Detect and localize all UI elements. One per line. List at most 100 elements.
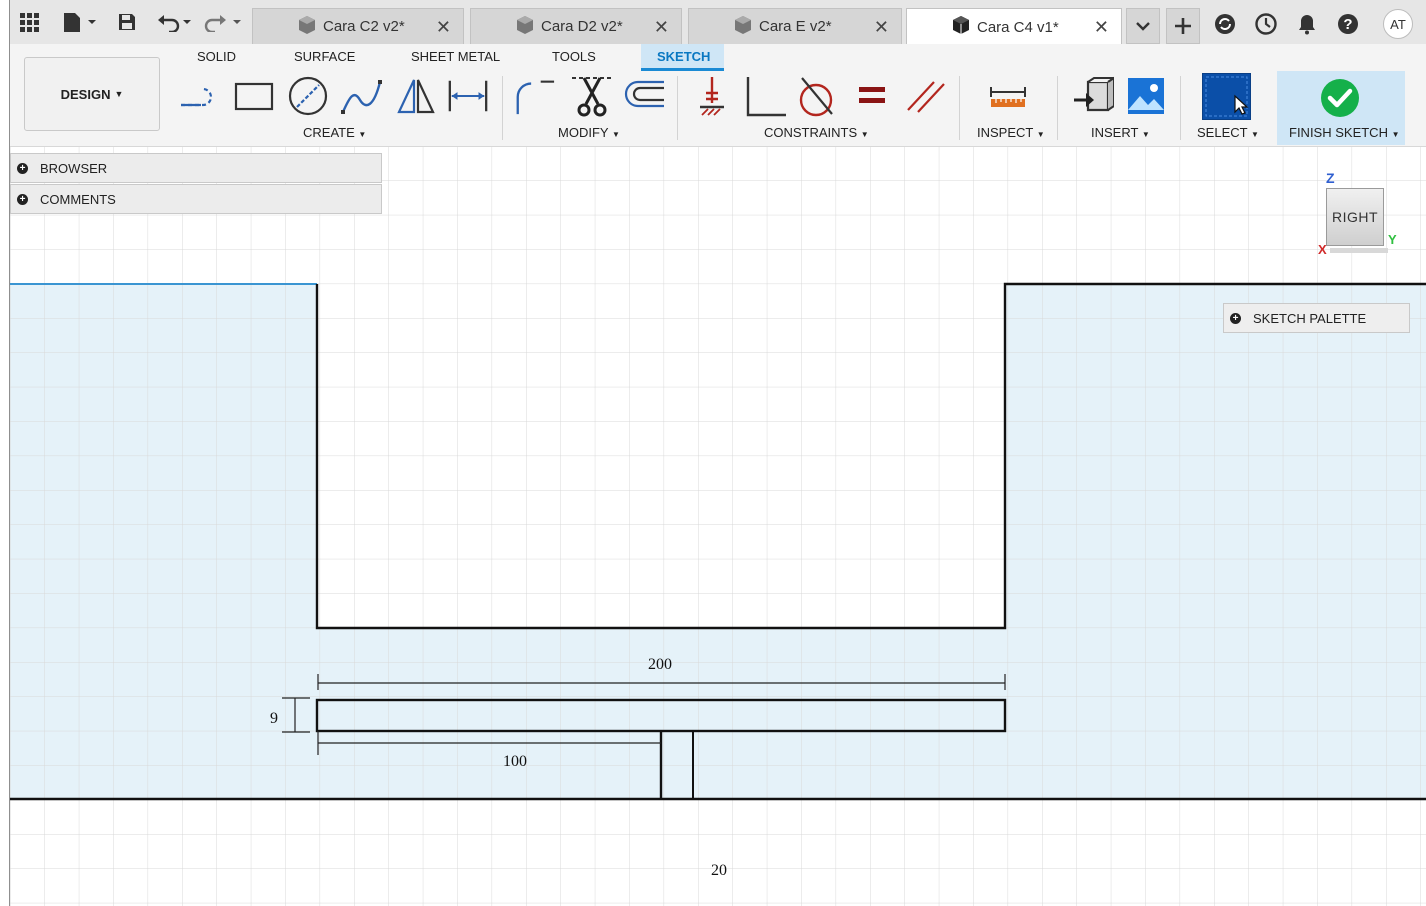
close-icon[interactable]: ✕ xyxy=(654,17,669,38)
caret-down-icon: ▼ xyxy=(611,130,620,139)
job-status-clock-icon[interactable] xyxy=(1249,8,1283,40)
caret-down-icon: ▼ xyxy=(1391,130,1400,139)
axis-y-label: Y xyxy=(1388,232,1397,247)
create-menu[interactable]: CREATE ▼ xyxy=(303,125,366,140)
insert-label: INSERT xyxy=(1091,125,1139,140)
tab-overflow-button[interactable] xyxy=(1126,8,1160,44)
inspect-label: INSPECT xyxy=(977,125,1034,140)
finish-sketch-button[interactable]: FINISH SKETCH ▼ xyxy=(1277,71,1405,145)
tab-label: Cara C2 v2* xyxy=(323,18,405,35)
close-icon[interactable]: ✕ xyxy=(1094,17,1109,38)
close-icon[interactable]: ✕ xyxy=(874,17,889,38)
rectangle-tool-icon[interactable] xyxy=(232,74,276,118)
select-label: SELECT xyxy=(1197,125,1248,140)
tab-label: Cara D2 v2* xyxy=(541,18,623,35)
sketch-palette-label: SKETCH PALETTE xyxy=(1253,310,1367,326)
inspect-menu[interactable]: INSPECT ▼ xyxy=(977,125,1045,140)
app-grid-icon[interactable] xyxy=(14,8,44,36)
tab-tools[interactable]: TOOLS xyxy=(552,49,596,64)
workspace-label: DESIGN xyxy=(60,86,111,102)
comments-panel[interactable]: + COMMENTS xyxy=(10,184,382,214)
checkmark-icon xyxy=(1320,78,1360,118)
new-tab-button[interactable] xyxy=(1166,8,1200,44)
tab-sheet-metal[interactable]: SHEET METAL xyxy=(411,49,500,64)
title-bar: Cara C2 v2* ✕ Cara D2 v2* ✕ Cara E v2* ✕… xyxy=(0,0,1426,45)
document-tab[interactable]: Cara D2 v2* ✕ xyxy=(470,8,682,44)
close-icon[interactable]: ✕ xyxy=(436,17,451,38)
help-icon[interactable]: ? xyxy=(1331,8,1365,40)
redo-icon[interactable] xyxy=(202,8,244,36)
caret-down-icon: ▼ xyxy=(114,89,124,99)
component-cube-icon xyxy=(515,15,535,39)
dimension-9[interactable]: 9 xyxy=(270,710,278,727)
circle-tool-icon[interactable] xyxy=(286,74,330,118)
expand-plus-icon[interactable]: + xyxy=(1230,312,1241,324)
document-tab[interactable]: Cara C2 v2* ✕ xyxy=(252,8,464,44)
finish-sketch-label: FINISH SKETCH xyxy=(1289,125,1388,140)
separator xyxy=(1180,76,1181,140)
sketch-dimension-icon[interactable] xyxy=(446,74,490,118)
component-cube-icon xyxy=(733,15,753,39)
equal-constraint-icon[interactable] xyxy=(850,74,894,118)
select-tool-icon[interactable] xyxy=(1202,73,1251,120)
expand-plus-icon[interactable]: + xyxy=(17,193,28,205)
spline-tool-icon[interactable] xyxy=(340,74,384,118)
dimension-200[interactable]: 200 xyxy=(648,656,672,673)
notifications-bell-icon[interactable] xyxy=(1290,8,1324,40)
tab-sketch[interactable]: SKETCH xyxy=(657,49,710,64)
svg-text:?: ? xyxy=(1343,16,1352,33)
tab-solid[interactable]: SOLID xyxy=(197,49,236,64)
view-cube[interactable]: Z RIGHT Y X xyxy=(1316,170,1398,258)
comments-label: COMMENTS xyxy=(40,191,116,207)
tab-surface[interactable]: SURFACE xyxy=(294,49,355,64)
browser-label: BROWSER xyxy=(40,160,108,176)
insert-canvas-image-icon[interactable] xyxy=(1124,74,1168,118)
active-tab-underline xyxy=(641,68,724,71)
caret-down-icon: ▼ xyxy=(860,130,869,139)
tangent-constraint-icon[interactable] xyxy=(796,74,840,118)
trim-scissors-icon[interactable] xyxy=(570,74,614,118)
caret-down-icon: ▼ xyxy=(1250,130,1259,139)
insert-derive-icon[interactable] xyxy=(1071,74,1115,118)
separator xyxy=(502,76,503,140)
mirror-tool-icon[interactable] xyxy=(394,74,438,118)
sync-icon[interactable] xyxy=(1208,8,1242,40)
undo-icon[interactable] xyxy=(154,8,196,36)
browser-panel[interactable]: + BROWSER xyxy=(10,153,382,183)
caret-down-icon: ▼ xyxy=(358,130,367,139)
expand-plus-icon[interactable]: + xyxy=(17,162,28,174)
dimension-100[interactable]: 100 xyxy=(503,753,527,770)
line-tool-icon[interactable] xyxy=(178,74,222,118)
insert-menu[interactable]: INSERT ▼ xyxy=(1091,125,1150,140)
sketch-canvas[interactable]: 200 9 100 20 xyxy=(10,146,1426,906)
select-menu[interactable]: SELECT ▼ xyxy=(1197,125,1259,140)
document-tab[interactable]: Cara E v2* ✕ xyxy=(688,8,902,44)
modify-label: MODIFY xyxy=(558,125,609,140)
dimension-20[interactable]: 20 xyxy=(711,862,727,879)
fillet-tool-icon[interactable] xyxy=(512,74,556,118)
user-avatar[interactable]: AT xyxy=(1383,9,1413,39)
coincident-constraint-icon[interactable] xyxy=(690,74,734,118)
tab-label: Cara E v2* xyxy=(759,18,832,35)
parallel-constraint-icon[interactable] xyxy=(904,74,948,118)
offset-tool-icon[interactable] xyxy=(622,74,666,118)
axis-z-label: Z xyxy=(1326,170,1335,186)
constraints-menu[interactable]: CONSTRAINTS ▼ xyxy=(764,125,869,140)
measure-ruler-icon[interactable] xyxy=(986,74,1030,118)
view-cube-face-right[interactable]: RIGHT xyxy=(1326,188,1384,246)
save-icon[interactable] xyxy=(114,8,140,36)
left-edge-strip xyxy=(0,0,10,906)
caret-down-icon: ▼ xyxy=(1036,130,1045,139)
sketch-palette-panel[interactable]: + SKETCH PALETTE xyxy=(1223,303,1410,333)
workspace-switcher-button[interactable]: DESIGN ▼ xyxy=(24,57,160,131)
sketch-grid xyxy=(10,146,1426,906)
modify-menu[interactable]: MODIFY ▼ xyxy=(558,125,620,140)
perpendicular-constraint-icon[interactable] xyxy=(744,74,788,118)
document-tab-active[interactable]: Cara C4 v1* ✕ xyxy=(906,8,1122,45)
file-menu-icon[interactable] xyxy=(56,8,98,36)
finish-sketch-label-wrap: FINISH SKETCH ▼ xyxy=(1289,125,1400,140)
constraints-label: CONSTRAINTS xyxy=(764,125,858,140)
view-face-label: RIGHT xyxy=(1331,209,1379,225)
component-cube-icon xyxy=(297,15,317,39)
ribbon-toolbar: DESIGN ▼ SOLID SURFACE SHEET METAL TOOLS… xyxy=(10,44,1426,147)
